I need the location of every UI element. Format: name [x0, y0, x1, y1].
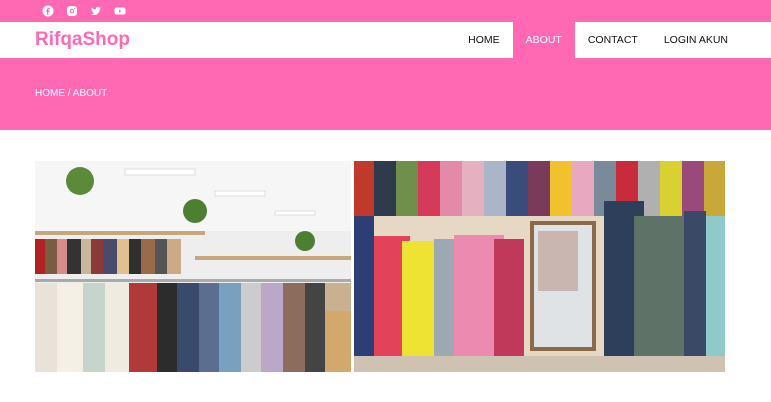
- nav-item-login[interactable]: LOGIN AKUN: [651, 22, 741, 58]
- instagram-icon[interactable]: [65, 4, 79, 18]
- brand-logo[interactable]: RifqaShop: [35, 29, 130, 51]
- youtube-icon[interactable]: [113, 4, 127, 18]
- facebook-icon[interactable]: [41, 4, 55, 18]
- twitter-icon[interactable]: [89, 4, 103, 18]
- page-banner: HOME / ABOUT: [0, 58, 771, 130]
- top-social-bar: [0, 0, 771, 22]
- breadcrumb: HOME / ABOUT: [35, 88, 108, 99]
- about-gallery: [35, 161, 725, 372]
- nav-item-contact[interactable]: CONTACT: [575, 22, 651, 58]
- nav-menu: HOME ABOUT CONTACT LOGIN AKUN: [455, 22, 741, 58]
- social-links: [41, 4, 127, 18]
- store-photo-right: [354, 161, 725, 372]
- store-photo-left: [35, 161, 351, 372]
- main-navbar: RifqaShop HOME ABOUT CONTACT LOGIN AKUN: [0, 22, 771, 58]
- nav-item-about[interactable]: ABOUT: [512, 22, 575, 58]
- nav-item-home[interactable]: HOME: [455, 22, 513, 58]
